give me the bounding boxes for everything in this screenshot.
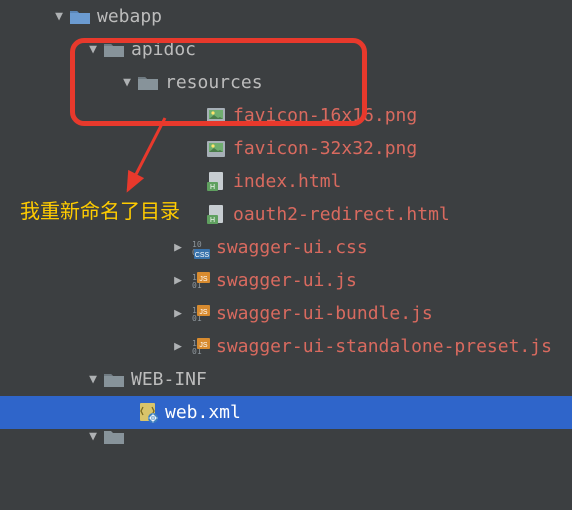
folder-icon: [137, 72, 159, 94]
folder-icon: [103, 369, 125, 391]
file-label: swagger-ui-standalone-preset.js: [216, 336, 552, 357]
folder-label: webapp: [97, 6, 162, 27]
tree-row-folder[interactable]: ▼ resources: [0, 66, 572, 99]
svg-text:H: H: [210, 217, 215, 224]
tree-row-folder[interactable]: ▼ webapp: [0, 0, 572, 33]
tree-row-file[interactable]: ▶ 1001JS swagger-ui-bundle.js: [0, 297, 572, 330]
chevron-down-icon[interactable]: ▼: [86, 429, 100, 444]
chevron-down-icon[interactable]: ▼: [52, 9, 66, 24]
svg-text:H: H: [210, 184, 215, 191]
chevron-right-icon[interactable]: ▶: [171, 273, 185, 288]
chevron-right-icon[interactable]: ▶: [171, 306, 185, 321]
tree-row-folder[interactable]: ▼: [0, 429, 572, 444]
folder-label: apidoc: [131, 39, 196, 60]
svg-text:CSS: CSS: [195, 252, 210, 259]
js-file-icon: 1001JS: [188, 270, 210, 292]
css-file-icon: 1001CSS: [188, 237, 210, 259]
tree-row-file[interactable]: H oauth2-redirect.html: [0, 198, 572, 231]
tree-row-file[interactable]: favicon-32x32.png: [0, 132, 572, 165]
tree-row-folder[interactable]: ▼ WEB-INF: [0, 363, 572, 396]
tree-row-file[interactable]: H index.html: [0, 165, 572, 198]
file-label: oauth2-redirect.html: [233, 204, 450, 225]
svg-text:JS: JS: [199, 342, 208, 349]
file-label: favicon-16x16.png: [233, 105, 417, 126]
folder-icon: [69, 6, 91, 28]
chevron-right-icon[interactable]: ▶: [171, 339, 185, 354]
chevron-down-icon[interactable]: ▼: [86, 42, 100, 57]
tree-row-file[interactable]: favicon-16x16.png: [0, 99, 572, 132]
chevron-right-icon[interactable]: ▶: [171, 240, 185, 255]
js-file-icon: 1001JS: [188, 303, 210, 325]
svg-text:JS: JS: [199, 276, 208, 283]
xml-file-icon: [137, 402, 159, 424]
file-label: swagger-ui.css: [216, 237, 368, 258]
file-label: swagger-ui.js: [216, 270, 357, 291]
html-file-icon: H: [205, 171, 227, 193]
tree-row-file-selected[interactable]: web.xml: [0, 396, 572, 429]
image-file-icon: [205, 138, 227, 160]
html-file-icon: H: [205, 204, 227, 226]
tree-row-file[interactable]: ▶ 1001CSS swagger-ui.css: [0, 231, 572, 264]
chevron-down-icon[interactable]: ▼: [86, 372, 100, 387]
tree-row-folder[interactable]: ▼ apidoc: [0, 33, 572, 66]
folder-label: WEB-INF: [131, 369, 207, 390]
svg-text:JS: JS: [199, 309, 208, 316]
folder-icon: [103, 429, 125, 444]
file-label: index.html: [233, 171, 341, 192]
file-label: web.xml: [165, 402, 241, 423]
image-file-icon: [205, 105, 227, 127]
folder-label: resources: [165, 72, 263, 93]
tree-row-file[interactable]: ▶ 1001JS swagger-ui.js: [0, 264, 572, 297]
file-label: swagger-ui-bundle.js: [216, 303, 433, 324]
chevron-down-icon[interactable]: ▼: [120, 75, 134, 90]
tree-row-file[interactable]: ▶ 1001JS swagger-ui-standalone-preset.js: [0, 330, 572, 363]
file-label: favicon-32x32.png: [233, 138, 417, 159]
js-file-icon: 1001JS: [188, 336, 210, 358]
folder-icon: [103, 39, 125, 61]
